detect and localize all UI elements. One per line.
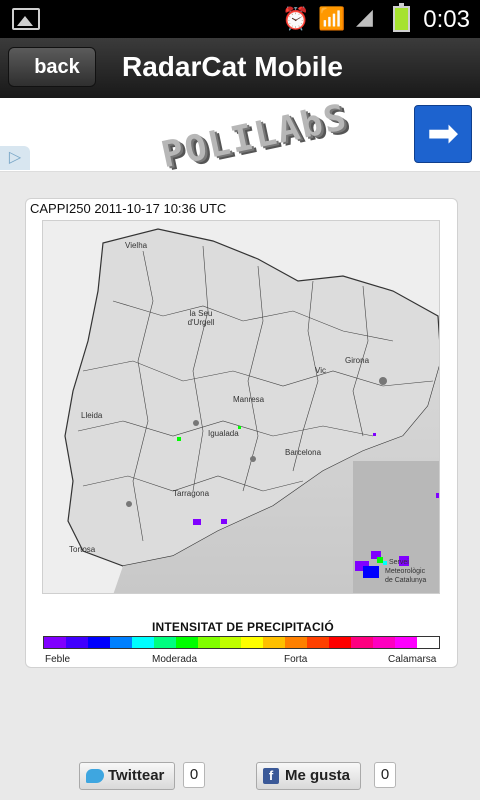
- radar-map[interactable]: Vielha la Seu d'Urgell Girona Vic Manres…: [42, 220, 440, 594]
- clock-time: 0:03: [423, 6, 470, 33]
- polilabs-logo[interactable]: POLILAbS: [158, 97, 352, 176]
- facebook-like-button[interactable]: f Me gusta: [256, 762, 361, 790]
- colorbar-swatch: [416, 637, 439, 648]
- colorbar-swatch: [241, 637, 264, 648]
- colorbar-swatch: [131, 637, 154, 648]
- image-notification-icon: [12, 8, 40, 30]
- legend-label: Calamarsa: [388, 654, 437, 665]
- legend-label: Forta: [284, 654, 308, 665]
- colorbar-swatch: [153, 637, 176, 648]
- town-label: Tortosa: [69, 545, 96, 554]
- colorbar-swatch: [109, 637, 132, 648]
- radar-caption: CAPPI250 2011-10-17 10:36 UTC: [30, 201, 227, 216]
- ad-go-button[interactable]: ➡: [414, 105, 472, 163]
- legend-title: INTENSITAT DE PRECIPITACIÓ: [152, 620, 334, 634]
- twitter-count: 0: [183, 762, 205, 788]
- town-label: Manresa: [233, 395, 265, 404]
- town-label: Vielha: [125, 241, 148, 250]
- signal-icon: ◢: [356, 4, 373, 29]
- colorbar-swatch: [219, 637, 242, 648]
- alarm-icon: ⏰: [282, 6, 310, 31]
- town-label: Tarragona: [173, 489, 210, 498]
- precip-colorbar: [43, 636, 440, 649]
- colorbar-swatch: [263, 637, 286, 648]
- wifi-icon: 📶: [318, 6, 346, 31]
- town-label: Barcelona: [285, 448, 322, 457]
- colorbar-swatch: [395, 637, 417, 648]
- watermark-text: Meteorològic: [385, 568, 426, 575]
- colorbar-swatch: [351, 637, 374, 648]
- colorbar-swatch: [65, 637, 88, 648]
- colorbar-swatch: [373, 637, 395, 648]
- town-label: Girona: [345, 356, 370, 365]
- legend-label: Feble: [45, 654, 71, 665]
- colorbar-swatch: [307, 637, 330, 648]
- facebook-label: Me gusta: [285, 767, 351, 784]
- battery-icon: [393, 3, 410, 32]
- facebook-icon: f: [263, 768, 279, 784]
- app-bar: back RadarCat Mobile: [0, 38, 480, 98]
- ad-choices-icon[interactable]: ▷: [0, 146, 30, 170]
- twitter-bird-icon: [86, 769, 104, 783]
- status-bar: ⏰ 📶 ◢ 0:03: [0, 0, 480, 38]
- twitter-label: Twittear: [108, 767, 165, 784]
- town-label: la Seu d'Urgell: [187, 309, 215, 327]
- colorbar-swatch: [87, 637, 110, 648]
- ad-banner[interactable]: ▷ POLILAbS ➡: [0, 97, 480, 176]
- town-label: Lleida: [81, 411, 103, 420]
- catalonia-map-svg: [43, 221, 439, 593]
- colorbar-swatch: [285, 637, 308, 648]
- colorbar-swatch: [197, 637, 220, 648]
- colorbar-swatch: [175, 637, 198, 648]
- town-label: Vic: [315, 366, 326, 375]
- app-title: RadarCat Mobile: [122, 51, 343, 82]
- twitter-button[interactable]: Twittear: [79, 762, 175, 790]
- back-button[interactable]: back: [8, 47, 96, 87]
- watermark-text: de Catalunya: [385, 577, 427, 584]
- arrow-right-icon: ➡: [427, 113, 459, 155]
- watermark-text: Servei: [389, 559, 409, 566]
- colorbar-swatch: [329, 637, 352, 648]
- facebook-count: 0: [374, 762, 396, 788]
- town-label: Igualada: [208, 429, 239, 438]
- legend-label: Moderada: [152, 654, 198, 665]
- colorbar-swatch: [44, 637, 66, 648]
